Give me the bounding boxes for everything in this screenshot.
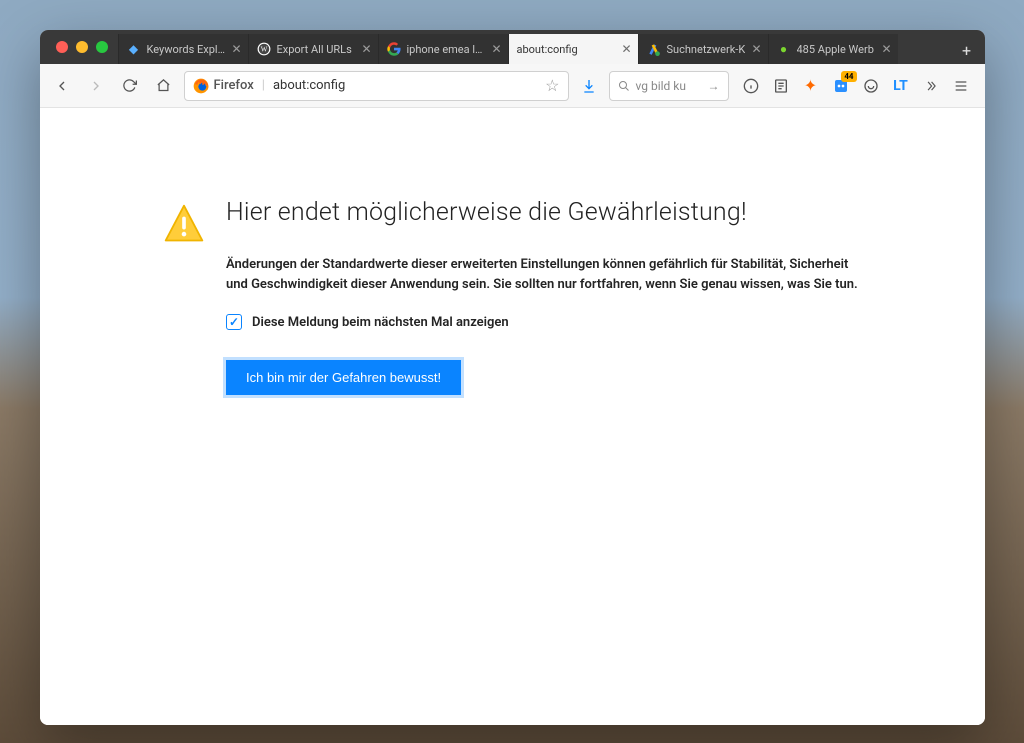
warning-container: Hier endet möglicherweise die Gewährleis…: [162, 198, 862, 395]
close-icon[interactable]: ✕: [751, 42, 761, 56]
desktop-background: ◆ Keywords Explor ✕ W Export All URLs ✕: [0, 0, 1024, 743]
site-identity[interactable]: Firefox: [193, 78, 254, 94]
menu-button[interactable]: [951, 76, 971, 96]
navigation-toolbar: Firefox | about:config ☆ vg bild ku →: [40, 64, 985, 108]
close-icon[interactable]: ✕: [881, 42, 891, 56]
extension-icon-1[interactable]: ✦: [801, 76, 821, 96]
window-maximize-button[interactable]: [96, 41, 108, 53]
svg-text:W: W: [260, 45, 267, 53]
reload-button[interactable]: [116, 72, 144, 100]
window-controls: [44, 30, 118, 64]
back-button[interactable]: [48, 72, 76, 100]
search-bar[interactable]: vg bild ku →: [609, 71, 729, 101]
close-icon[interactable]: ✕: [621, 42, 631, 56]
show-warning-checkbox-row[interactable]: ✓ Diese Meldung beim nächsten Mal anzeig…: [226, 314, 862, 330]
warning-text: Änderungen der Standardwerte dieser erwe…: [226, 255, 862, 294]
firefox-icon: [193, 78, 209, 94]
page-content: Hier endet möglicherweise die Gewährleis…: [40, 108, 985, 725]
tab-keywords-explorer[interactable]: ◆ Keywords Explor ✕: [118, 34, 248, 64]
url-text: about:config: [273, 78, 537, 93]
warning-icon: [162, 202, 206, 246]
new-tab-button[interactable]: +: [953, 36, 981, 64]
window-minimize-button[interactable]: [76, 41, 88, 53]
tab-apple-werbung[interactable]: ● 485 Apple Werb ✕: [768, 34, 898, 64]
window-close-button[interactable]: [56, 41, 68, 53]
separator: |: [262, 78, 265, 93]
close-icon[interactable]: ✕: [231, 42, 241, 56]
search-go-icon[interactable]: →: [708, 79, 720, 93]
home-button[interactable]: [150, 72, 178, 100]
accept-risk-button[interactable]: Ich bin mir der Gefahren bewusst!: [226, 360, 461, 395]
tab-bar: ◆ Keywords Explor ✕ W Export All URLs ✕: [40, 30, 985, 64]
tab-iphone-emea[interactable]: iphone emea loc ✕: [378, 34, 508, 64]
identity-label: Firefox: [214, 78, 254, 93]
close-icon[interactable]: ✕: [361, 42, 371, 56]
search-icon: [618, 80, 630, 92]
address-bar[interactable]: Firefox | about:config ☆: [184, 71, 569, 101]
extension-icon-2[interactable]: 44: [831, 76, 851, 96]
google-icon: [387, 42, 401, 56]
tab-label: about:config: [517, 43, 616, 56]
tab-about-config[interactable]: about:config ✕: [508, 34, 638, 64]
green-favicon: ●: [777, 42, 791, 56]
tabs-container: ◆ Keywords Explor ✕ W Export All URLs ✕: [118, 30, 953, 64]
info-icon[interactable]: [741, 76, 761, 96]
tab-suchnetzwerk[interactable]: Suchnetzwerk-K ✕: [638, 34, 768, 64]
checkbox-label: Diese Meldung beim nächsten Mal anzeigen: [252, 315, 509, 330]
close-icon[interactable]: ✕: [491, 42, 501, 56]
downloads-button[interactable]: [575, 72, 603, 100]
toolbar-extensions: ✦ 44 LT: [735, 76, 977, 96]
extension-icon-4[interactable]: LT: [891, 76, 911, 96]
tab-label: 485 Apple Werb: [797, 43, 876, 56]
google-ads-icon: [647, 42, 661, 56]
browser-window: ◆ Keywords Explor ✕ W Export All URLs ✕: [40, 30, 985, 725]
tab-label: iphone emea loc: [407, 43, 486, 56]
checkbox[interactable]: ✓: [226, 314, 242, 330]
warning-body: Hier endet möglicherweise die Gewährleis…: [226, 198, 862, 395]
search-text: vg bild ku: [636, 79, 686, 93]
tab-export-urls[interactable]: W Export All URLs ✕: [248, 34, 378, 64]
wordpress-icon: W: [257, 42, 271, 56]
ahrefs-icon: ◆: [127, 42, 141, 56]
reader-view-icon[interactable]: [771, 76, 791, 96]
bookmark-star-icon[interactable]: ☆: [545, 76, 559, 95]
extension-icon-3[interactable]: [861, 76, 881, 96]
warning-title: Hier endet möglicherweise die Gewährleis…: [226, 198, 862, 227]
overflow-icon[interactable]: [921, 76, 941, 96]
tab-label: Suchnetzwerk-K: [667, 43, 746, 56]
forward-button[interactable]: [82, 72, 110, 100]
extension-badge: 44: [841, 71, 856, 82]
tab-label: Keywords Explor: [147, 43, 226, 56]
tab-label: Export All URLs: [277, 43, 356, 56]
